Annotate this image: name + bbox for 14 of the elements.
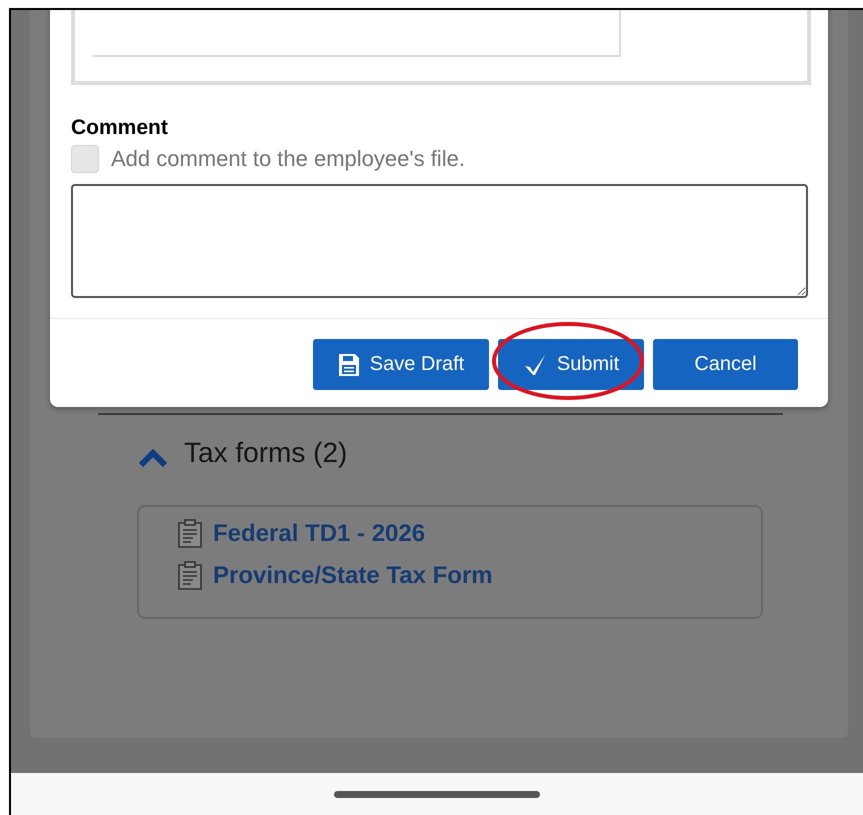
- home-indicator[interactable]: [334, 790, 540, 798]
- save-icon: [338, 352, 360, 376]
- clipboard-icon: [177, 519, 203, 549]
- cancel-button[interactable]: Cancel: [653, 339, 798, 390]
- submit-button[interactable]: Submit: [498, 339, 644, 390]
- checkmark-icon: [522, 354, 547, 376]
- checkbox-label: Add comment to the employee's file.: [111, 146, 465, 172]
- chevron-icon[interactable]: [138, 447, 168, 467]
- section-title: Tax forms (2): [184, 437, 348, 469]
- save-draft-button[interactable]: Save Draft: [313, 339, 489, 390]
- clipboard-icon: [177, 561, 203, 591]
- checkbox[interactable]: [71, 145, 99, 173]
- comment-label: Comment: [71, 115, 169, 141]
- comment-field[interactable]: [71, 184, 808, 298]
